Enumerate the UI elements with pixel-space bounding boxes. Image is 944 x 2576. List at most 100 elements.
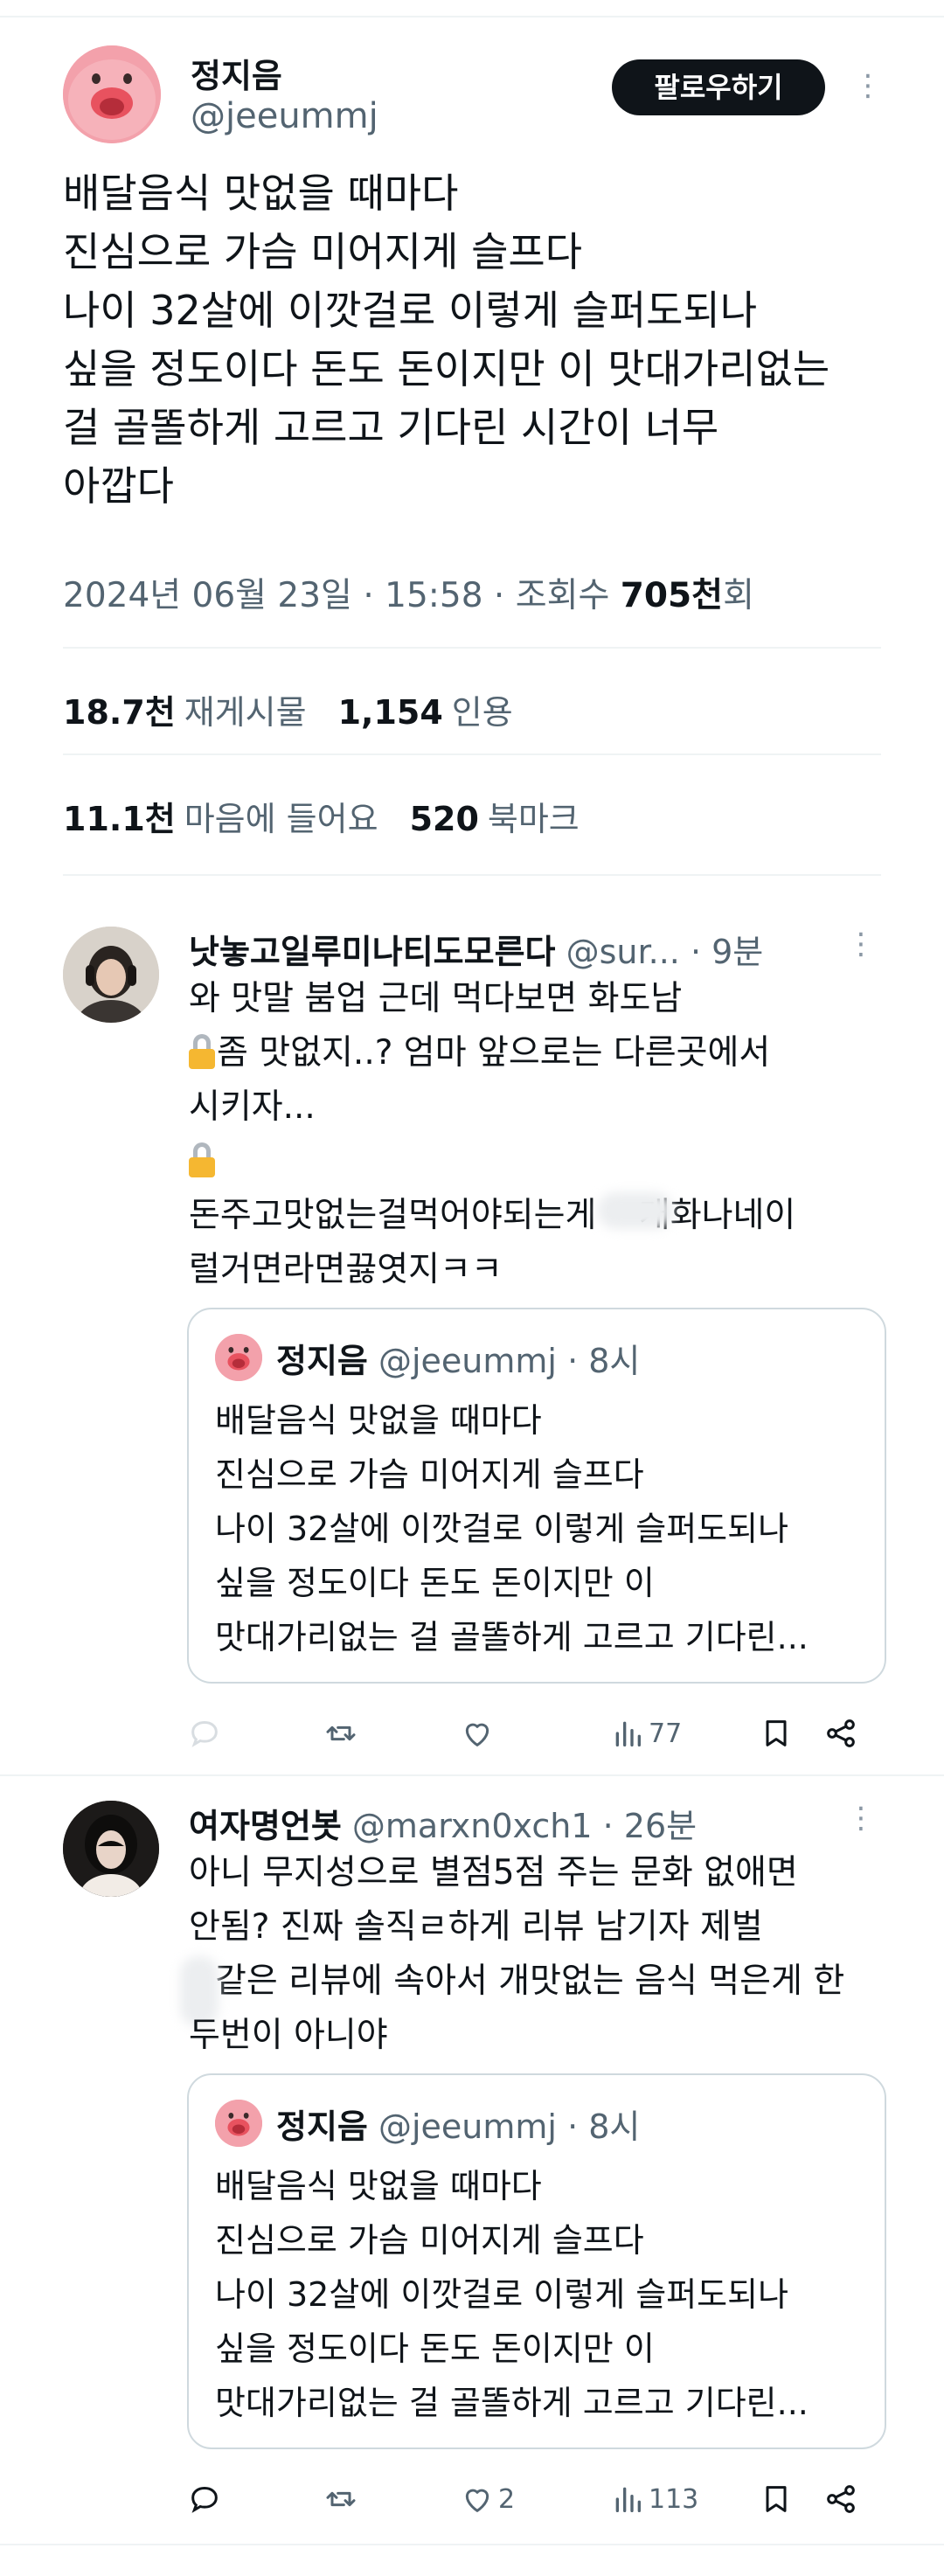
quoted-line: 나이 32살에 이깟걸로 이렇게 슬퍼도되나	[215, 2275, 789, 2314]
retweets-count: 18.7천	[63, 693, 176, 732]
reply-author-handle[interactable]: @marxn0xch1	[352, 1807, 593, 1845]
repost-icon	[326, 2491, 356, 2507]
quoted-text: 배달음식 맛없을 때마다 진심으로 가슴 미어지게 슬프다 나이 32살에 이깟…	[215, 1393, 862, 1664]
bookmarks-stat[interactable]: 520 북마크	[410, 800, 580, 838]
reply-avatar[interactable]	[63, 927, 159, 1023]
comment-icon	[191, 2486, 218, 2513]
tweet-text: 배달음식 맛없을 때마다 진심으로 가슴 미어지게 슬프다 나이 32살에 이깟…	[63, 164, 893, 516]
quoted-time: · 8시	[556, 1342, 641, 1380]
reply-text: 와 맛말 붐업 근데 먹다보면 화도남 좀 맛없지..? 엄마 앞으로는 다른곳…	[189, 972, 888, 1297]
like-button[interactable]	[460, 1712, 498, 1755]
quoted-line: 싶을 정도이다 돈도 돈이지만 이	[215, 1564, 655, 1602]
quoted-line: 맛대가리없는 걸 골똘하게 고르고 기다린...	[215, 2384, 809, 2422]
divider	[63, 874, 881, 876]
bookmarks-label: 북마크	[487, 800, 580, 838]
tweet-line: 배달음식 맛없을 때마다	[63, 170, 459, 217]
quoted-header: 정지음 @jeeummj · 8시	[276, 1334, 640, 1382]
quoted-line: 진심으로 가슴 미어지게 슬프다	[215, 2221, 644, 2260]
quoted-author-handle: @jeeummj	[378, 2107, 557, 2146]
quoted-line: 진심으로 가슴 미어지게 슬프다	[215, 1455, 644, 1494]
quoted-tweet[interactable]: 정지음 @jeeummj · 8시 배달음식 맛없을 때마다 진심으로 가슴 미…	[187, 2073, 886, 2449]
author-name[interactable]: 정지음	[191, 49, 282, 97]
reply-time[interactable]: · 26분	[593, 1807, 697, 1845]
reply-time[interactable]: · 9분	[680, 933, 763, 971]
tweet-line: 아깝다	[63, 462, 174, 510]
likes-count: 11.1천	[63, 800, 176, 838]
more-options-icon[interactable]: ⋮	[846, 1801, 876, 1836]
quoted-header: 정지음 @jeeummj · 8시	[276, 2100, 640, 2148]
divider	[63, 647, 881, 649]
follow-button[interactable]: 팔로우하기	[612, 59, 825, 115]
bookmark-button[interactable]	[759, 2477, 794, 2521]
divider	[0, 2544, 944, 2545]
reply-line: 안됨? 진짜 솔직ㄹ하게 리뷰 남기자 제벌	[189, 1907, 763, 1947]
main-tweet-header: 정지음 @jeeummj 팔로우하기 ⋮	[63, 42, 883, 147]
views-button[interactable]: 77	[610, 1712, 682, 1755]
quoted-line: 싶을 정도이다 돈도 돈이지만 이	[215, 2330, 655, 2368]
bookmark-icon	[766, 2486, 787, 2512]
tweet-meta: 2024년 06월 23일 · 15:58 · 조회수 705천회	[63, 568, 754, 617]
repost-button[interactable]	[323, 2477, 358, 2521]
redaction-blur	[598, 1192, 673, 1229]
views-label: · 조회수	[482, 576, 621, 615]
reply-author-name[interactable]: 여자명언봇	[189, 1807, 342, 1845]
heart-icon	[465, 2489, 489, 2512]
quoted-tweet[interactable]: 정지음 @jeeummj · 8시 배달음식 맛없을 때마다 진심으로 가슴 미…	[187, 1308, 886, 1684]
views-button[interactable]: 113	[610, 2477, 698, 2521]
quoted-text: 배달음식 맛없을 때마다 진심으로 가슴 미어지게 슬프다 나이 32살에 이깟…	[215, 2159, 862, 2430]
more-options-icon[interactable]: ⋮	[853, 68, 883, 103]
view-count: 113	[649, 2483, 699, 2515]
reply-line: 시키자...	[189, 1087, 316, 1127]
reply-header: 낫놓고일루미나티도모른다 @sur... · 9분	[189, 925, 763, 973]
bookmarks-count: 520	[409, 800, 479, 838]
tweet-line: 진심으로 가슴 미어지게 슬프다	[63, 228, 583, 275]
engagement-stats-row-1: 18.7천 재게시물 1,154 인용	[63, 685, 513, 733]
like-count: 2	[498, 2483, 516, 2515]
reply-actions: 2 113	[187, 2477, 865, 2521]
repost-icon	[326, 1725, 356, 1741]
views-count: 705천	[620, 576, 724, 615]
heart-icon	[465, 1723, 489, 1746]
share-button[interactable]	[823, 1712, 858, 1755]
divider	[0, 1774, 944, 1776]
likes-stat[interactable]: 11.1천 마음에 들어요	[63, 800, 378, 838]
analytics-icon	[615, 2487, 641, 2512]
reply-line: 두번이 아니야	[189, 2016, 388, 2055]
author-handle[interactable]: @jeeummj	[191, 96, 378, 136]
retweets-stat[interactable]: 18.7천 재게시물	[63, 693, 307, 732]
reply-line: 좀 맛없지..? 엄마 앞으로는 다른곳에서	[189, 1026, 888, 1080]
comment-icon	[191, 1720, 218, 1747]
quoted-author-handle: @jeeummj	[378, 1342, 557, 1380]
more-options-icon[interactable]: ⋮	[846, 927, 876, 962]
reply-line: 같은 리뷰에 속아서 개맛없는 음식 먹은게 한	[180, 1955, 888, 2026]
analytics-icon	[615, 1721, 641, 1746]
likes-label: 마음에 들어요	[184, 800, 378, 838]
reply-button[interactable]	[187, 1712, 222, 1755]
quotes-stat[interactable]: 1,154 인용	[338, 693, 513, 732]
lock-emoji-icon	[189, 1142, 215, 1177]
author-avatar[interactable]	[63, 45, 161, 143]
reply-line: 돈주고맛없는걸먹어야되는게 개화나네이	[189, 1189, 888, 1243]
views-suffix: 회	[723, 576, 754, 615]
quoted-author-name: 정지음	[276, 1342, 368, 1380]
reply-avatar[interactable]	[63, 1801, 159, 1897]
tweet-line: 싶을 정도이다 돈도 돈이지만 이 맛대가리없는	[63, 345, 830, 392]
repost-button[interactable]	[323, 1712, 358, 1755]
quoted-line: 맛대가리없는 걸 골똘하게 고르고 기다린...	[215, 1618, 809, 1656]
quoted-time: · 8시	[556, 2107, 641, 2146]
reply-line: 아니 무지성으로 별점5점 주는 문화 없애면	[189, 1853, 798, 1892]
quoted-author-avatar	[215, 1334, 262, 1381]
like-button[interactable]: 2	[460, 2477, 515, 2521]
reply-author-name[interactable]: 낫놓고일루미나티도모른다	[189, 933, 556, 971]
divider	[63, 753, 881, 755]
quoted-line: 배달음식 맛없을 때마다	[215, 1401, 542, 1440]
engagement-stats-row-2: 11.1천 마음에 들어요 520 북마크	[63, 792, 580, 840]
bookmark-icon	[766, 1720, 787, 1746]
reply-author-handle[interactable]: @sur...	[566, 933, 680, 971]
quoted-author-name: 정지음	[276, 2107, 368, 2146]
reply-button[interactable]	[187, 2477, 222, 2521]
tweet-timestamp[interactable]: 2024년 06월 23일 · 15:58	[63, 576, 483, 615]
bookmark-button[interactable]	[759, 1712, 794, 1755]
share-button[interactable]	[823, 2477, 858, 2521]
lock-emoji-icon	[189, 1034, 215, 1069]
